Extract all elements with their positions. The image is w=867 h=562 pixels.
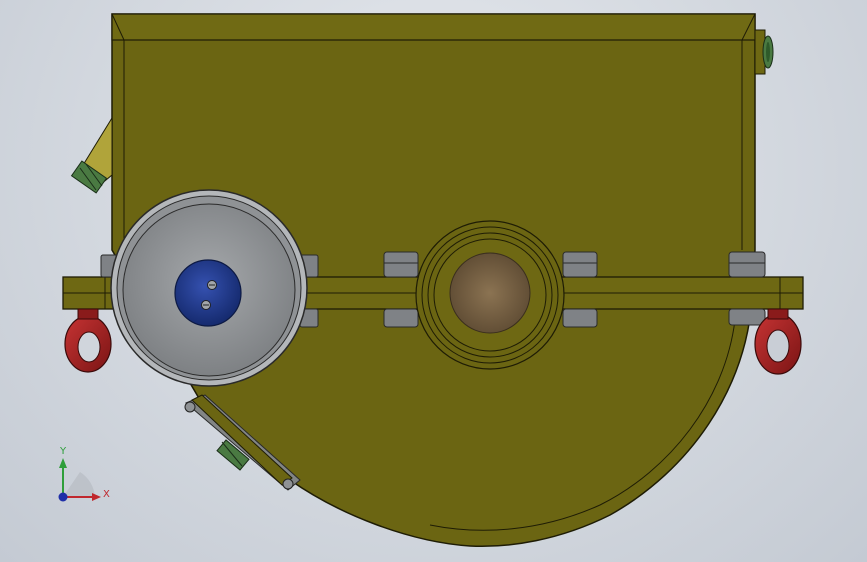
bolt-top-3 [728, 251, 766, 278]
shaft-core[interactable] [449, 252, 531, 334]
breather-fitting-left[interactable] [70, 116, 113, 194]
vent-plug-top-right[interactable] [754, 29, 774, 75]
output-shaft-boss[interactable] [415, 220, 565, 370]
axis-triad[interactable]: Y X [58, 446, 111, 502]
cad-viewport[interactable]: Y X [0, 0, 867, 562]
bolt-bottom-2 [562, 308, 598, 328]
bolt-bottom-1 [383, 308, 419, 328]
z-axis-dot [58, 492, 68, 502]
bolt-top-1 [383, 251, 419, 278]
pulley-hub[interactable] [174, 259, 242, 327]
bolt-bottom-3 [728, 308, 766, 326]
eyebolt-left[interactable] [64, 308, 112, 373]
bolt-top-2 [562, 251, 598, 278]
x-axis-label: X [103, 489, 110, 500]
input-pulley[interactable] [110, 189, 308, 387]
y-axis-arrow [59, 458, 67, 468]
top-rim [111, 13, 756, 41]
triad-arc [63, 472, 95, 497]
y-axis-label: Y [59, 446, 67, 457]
x-axis-arrow [92, 493, 101, 501]
